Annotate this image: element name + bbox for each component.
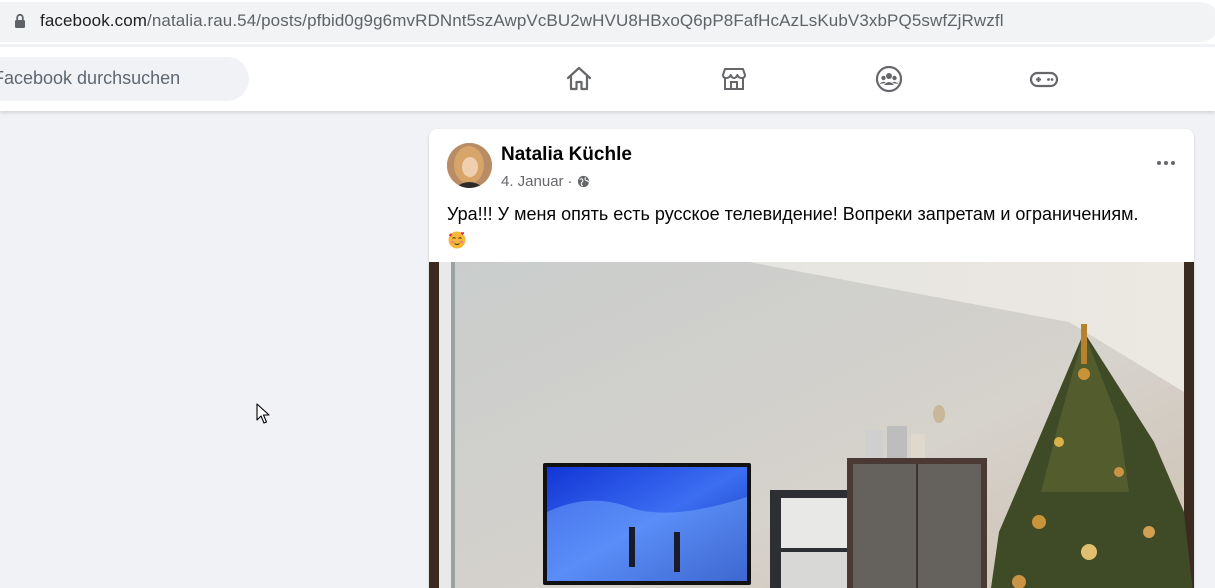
browser-address-bar: facebook.com/natalia.rau.54/posts/pfbid0…	[0, 0, 1215, 44]
lock-icon[interactable]	[14, 13, 26, 29]
gaming-icon[interactable]	[1029, 64, 1059, 94]
search-input[interactable]: Facebook durchsuchen	[0, 57, 249, 101]
groups-icon[interactable]	[874, 64, 904, 94]
globe-icon	[577, 175, 589, 188]
post-card: Natalia Küchle 4. Januar · Ура!!! У меня…	[429, 129, 1194, 588]
living-room-photo	[429, 262, 1194, 588]
url-path: /natalia.rau.54/posts/pfbid0g9g6mvRDNnt5…	[147, 11, 1004, 30]
author-avatar[interactable]	[447, 143, 492, 188]
mouse-cursor-icon	[256, 403, 270, 424]
search-placeholder: Facebook durchsuchen	[0, 68, 181, 88]
post-photo[interactable]	[429, 262, 1194, 588]
post-meta: 4. Januar ·	[501, 173, 590, 190]
author-name[interactable]: Natalia Küchle	[501, 144, 632, 166]
post-text: Ура!!! У меня опять есть русское телевид…	[447, 204, 1139, 224]
post-date[interactable]: 4. Januar	[501, 173, 564, 190]
home-icon[interactable]	[564, 64, 594, 94]
meta-separator: ·	[567, 173, 573, 190]
facebook-header: Facebook durchsuchen	[0, 47, 1215, 111]
post-message: Ура!!! У меня опять есть русское телевид…	[447, 201, 1177, 255]
marketplace-icon[interactable]	[719, 64, 749, 94]
url-host: facebook.com	[40, 11, 148, 30]
smiling-face-with-hearts-icon	[448, 231, 466, 249]
url-text[interactable]: facebook.com/natalia.rau.54/posts/pfbid0…	[40, 11, 1004, 31]
post-options-button[interactable]	[1154, 151, 1178, 175]
